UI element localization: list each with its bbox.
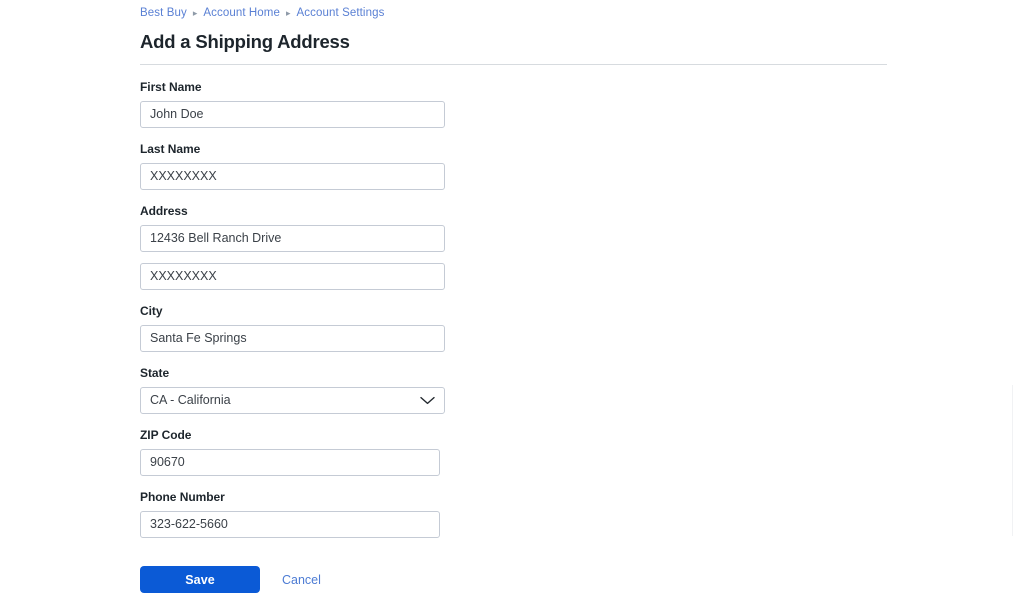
- page-title: Add a Shipping Address: [140, 31, 350, 52]
- form-actions: Save Cancel: [140, 566, 1024, 593]
- field-phone-number: Phone Number 323-622-5660: [140, 490, 1024, 538]
- phone-number-label: Phone Number: [140, 490, 225, 504]
- field-zip-code: ZIP Code 90670: [140, 428, 1024, 476]
- chevron-down-icon: [420, 396, 435, 405]
- address-line1-input[interactable]: 12436 Bell Ranch Drive: [140, 225, 445, 252]
- save-button[interactable]: Save: [140, 566, 260, 593]
- field-state: State CA - California: [140, 366, 1024, 414]
- page-content: Best Buy ▸ Account Home ▸ Account Settin…: [140, 0, 1024, 593]
- city-label: City: [140, 304, 163, 318]
- shipping-address-form: First Name John Doe Last Name XXXXXXXX A…: [140, 80, 1024, 593]
- last-name-input[interactable]: XXXXXXXX: [140, 163, 445, 190]
- city-input[interactable]: Santa Fe Springs: [140, 325, 445, 352]
- breadcrumb-separator-icon: ▸: [192, 8, 198, 18]
- field-city: City Santa Fe Springs: [140, 304, 1024, 352]
- first-name-label: First Name: [140, 80, 202, 94]
- breadcrumb-item-account-home[interactable]: Account Home: [203, 6, 280, 20]
- zip-code-label: ZIP Code: [140, 428, 192, 442]
- title-divider: [140, 64, 887, 65]
- field-address: Address 12436 Bell Ranch Drive XXXXXXXX: [140, 204, 1024, 290]
- address-line2-input[interactable]: XXXXXXXX: [140, 263, 445, 290]
- breadcrumb: Best Buy ▸ Account Home ▸ Account Settin…: [140, 0, 1024, 20]
- first-name-input[interactable]: John Doe: [140, 101, 445, 128]
- state-label: State: [140, 366, 170, 380]
- field-first-name: First Name John Doe: [140, 80, 1024, 128]
- breadcrumb-item-best-buy[interactable]: Best Buy: [140, 6, 187, 20]
- state-select-value: CA - California: [150, 393, 231, 407]
- vertical-scrollbar[interactable]: [1012, 385, 1013, 536]
- last-name-label: Last Name: [140, 142, 201, 156]
- phone-number-input[interactable]: 323-622-5660: [140, 511, 440, 538]
- zip-code-input[interactable]: 90670: [140, 449, 440, 476]
- cancel-link[interactable]: Cancel: [282, 573, 321, 587]
- address-label: Address: [140, 204, 188, 218]
- field-last-name: Last Name XXXXXXXX: [140, 142, 1024, 190]
- breadcrumb-item-account-settings[interactable]: Account Settings: [297, 6, 385, 20]
- breadcrumb-separator-icon: ▸: [285, 8, 291, 18]
- state-select[interactable]: CA - California: [140, 387, 445, 414]
